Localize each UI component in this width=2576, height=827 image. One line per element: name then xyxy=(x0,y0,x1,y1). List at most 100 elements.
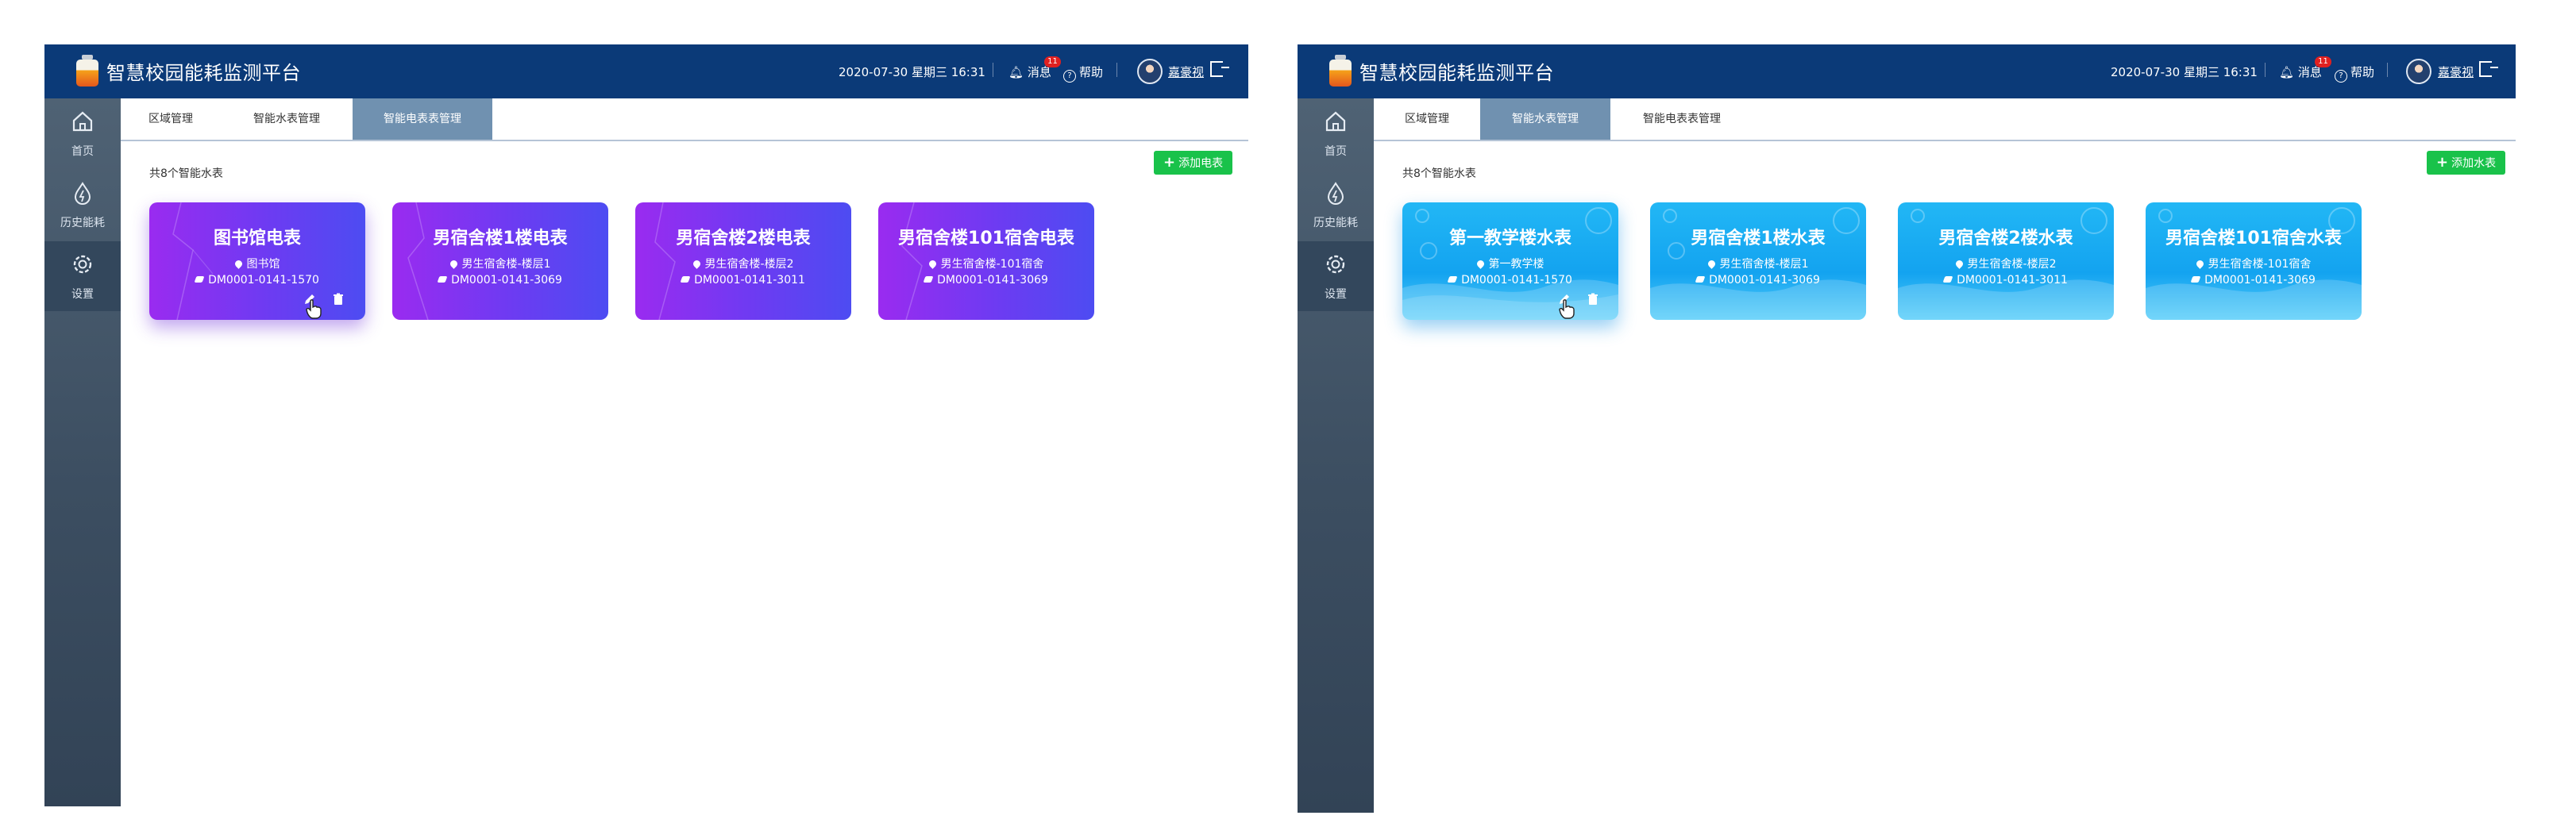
help-button[interactable]: ? 帮助 xyxy=(1063,63,1103,83)
sidebar: 首页 历史能耗 设置 xyxy=(44,98,121,806)
meter-location: 男生宿舍楼-楼层1 xyxy=(392,256,608,271)
electric-meter-screen: 智慧校园能耗监测平台 2020-07-30 星期三 16:31 🔔︎ 消息 11… xyxy=(44,44,1248,806)
app-title: 智慧校园能耗监测平台 xyxy=(1359,62,1554,84)
meter-card[interactable]: 第一教学楼水表 第一教学楼 DM0001-0141-1570 xyxy=(1402,202,1618,320)
meter-code: DM0001-0141-3069 xyxy=(392,274,608,287)
meter-card[interactable]: 男宿舍楼2楼水表 男生宿舍楼-楼层2 DM0001-0141-3011 xyxy=(1898,202,2114,320)
tab-water-meter-management[interactable]: 智能水表管理 xyxy=(1480,98,1610,140)
username-link[interactable]: 嘉豪视 xyxy=(1168,63,1204,80)
tab-water-meter-management[interactable]: 智能水表管理 xyxy=(221,98,353,140)
meter-count: 共8个智能水表 xyxy=(1402,167,1476,180)
sidebar-item-label: 首页 xyxy=(71,145,94,158)
gear-icon xyxy=(73,255,92,274)
layers-icon xyxy=(437,276,448,283)
datetime: 2020-07-30 星期三 16:31 xyxy=(2111,65,2258,79)
tab-electric-meter-management[interactable]: 智能电表表管理 xyxy=(353,98,492,140)
meter-name: 男宿舍楼101宿舍电表 xyxy=(898,229,1074,248)
tab-area-management[interactable]: 区域管理 xyxy=(121,98,221,140)
pointer-hand-icon xyxy=(1559,299,1575,319)
add-button-label: 添加水表 xyxy=(2451,157,2497,170)
sidebar-item-label: 设置 xyxy=(1325,288,1347,301)
meter-count: 共8个智能水表 xyxy=(149,167,223,180)
location-pin-icon xyxy=(1953,259,1965,269)
sidebar-item-label: 首页 xyxy=(1325,145,1347,158)
meter-code: DM0001-0141-3069 xyxy=(878,274,1094,287)
meter-location: 第一教学楼 xyxy=(1402,256,1618,271)
divider xyxy=(2265,63,2266,77)
avatar[interactable] xyxy=(1137,59,1163,84)
divider xyxy=(2387,63,2388,77)
help-button[interactable]: ? 帮助 xyxy=(2335,63,2374,83)
meter-location: 男生宿舍楼-楼层2 xyxy=(635,256,851,271)
location-pin-icon xyxy=(233,259,244,269)
sidebar-item-home[interactable]: 首页 xyxy=(1298,98,1374,168)
sidebar: 首页 历史能耗 设置 xyxy=(1298,98,1374,813)
delete-icon[interactable] xyxy=(1587,293,1599,306)
notifications-button[interactable]: 🔔︎ 消息 11 xyxy=(1008,56,1061,80)
main-content: 区域管理 智能水表管理 智能电表表管理 共8个智能水表 + 添加电表 图书馆电表 … xyxy=(121,98,1248,806)
delete-icon[interactable] xyxy=(332,293,345,306)
water-meter-screen: 智慧校园能耗监测平台 2020-07-30 星期三 16:31 🔔︎ 消息 11… xyxy=(1298,44,2516,813)
meter-name: 图书馆电表 xyxy=(213,229,301,248)
location-pin-icon xyxy=(448,259,459,269)
top-bar: 智慧校园能耗监测平台 2020-07-30 星期三 16:31 🔔︎ 消息 11… xyxy=(44,44,1248,98)
meter-location: 男生宿舍楼-楼层2 xyxy=(1898,256,2114,271)
wave-decoration xyxy=(1898,279,2114,320)
sidebar-item-label: 历史能耗 xyxy=(60,217,105,229)
notification-badge: 11 xyxy=(1044,56,1061,67)
avatar[interactable] xyxy=(2406,59,2431,84)
location-pin-icon xyxy=(927,259,938,269)
location-pin-icon xyxy=(2194,259,2205,269)
tab-electric-meter-management[interactable]: 智能电表表管理 xyxy=(1610,98,1753,140)
username-link[interactable]: 嘉豪视 xyxy=(2438,63,2474,80)
notification-badge: 11 xyxy=(2315,56,2331,67)
sidebar-item-history[interactable]: 历史能耗 xyxy=(44,170,121,240)
wave-decoration xyxy=(2146,279,2362,320)
logout-icon[interactable] xyxy=(2479,61,2498,77)
top-bar: 智慧校园能耗监测平台 2020-07-30 星期三 16:31 🔔︎ 消息 11… xyxy=(1298,44,2516,98)
sidebar-item-settings[interactable]: 设置 xyxy=(44,241,121,311)
sidebar-item-settings[interactable]: 设置 xyxy=(1298,241,1374,311)
battery-logo-icon xyxy=(1328,55,1353,87)
location-pin-icon xyxy=(691,259,702,269)
sidebar-item-history[interactable]: 历史能耗 xyxy=(1298,170,1374,240)
help-icon: ? xyxy=(1063,70,1076,83)
add-electric-meter-button[interactable]: + 添加电表 xyxy=(1154,151,1233,175)
battery-logo-icon xyxy=(75,55,100,87)
meter-name: 男宿舍楼1楼水表 xyxy=(1691,229,1826,248)
meter-code: DM0001-0141-3069 xyxy=(2146,274,2362,287)
meter-card[interactable]: 男宿舍楼101宿舍水表 男生宿舍楼-101宿舍 DM0001-0141-3069 xyxy=(2146,202,2362,320)
bubble-decoration xyxy=(1415,209,1429,223)
layers-icon xyxy=(923,276,934,283)
meter-location: 男生宿舍楼-101宿舍 xyxy=(878,256,1094,271)
location-pin-icon xyxy=(1706,259,1717,269)
tab-bar: 区域管理 智能水表管理 智能电表表管理 xyxy=(1374,98,2516,141)
tab-area-management[interactable]: 区域管理 xyxy=(1374,98,1480,140)
meter-location: 男生宿舍楼-101宿舍 xyxy=(2146,256,2362,271)
help-label: 帮助 xyxy=(1079,65,1104,79)
meter-card[interactable]: 男宿舍楼2楼电表 男生宿舍楼-楼层2 DM0001-0141-3011 xyxy=(635,202,851,320)
meter-card[interactable]: 男宿舍楼1楼电表 男生宿舍楼-楼层1 DM0001-0141-3069 xyxy=(392,202,608,320)
bell-icon: 🔔︎ xyxy=(2279,65,2295,79)
meter-card[interactable]: 男宿舍楼101宿舍电表 男生宿舍楼-101宿舍 DM0001-0141-3069 xyxy=(878,202,1094,320)
meter-location: 图书馆 xyxy=(149,256,365,271)
meter-name: 男宿舍楼2楼水表 xyxy=(1938,229,2073,248)
logout-icon[interactable] xyxy=(1210,61,1229,77)
notifications-button[interactable]: 🔔︎ 消息 11 xyxy=(2279,56,2331,80)
meter-code: DM0001-0141-1570 xyxy=(1402,274,1618,287)
home-icon xyxy=(72,111,93,132)
sidebar-item-label: 历史能耗 xyxy=(1313,217,1358,229)
sidebar-item-home[interactable]: 首页 xyxy=(44,98,121,168)
layers-icon xyxy=(2190,276,2201,283)
tab-bar: 区域管理 智能水表管理 智能电表表管理 xyxy=(121,98,1248,141)
meter-name: 第一教学楼水表 xyxy=(1448,229,1571,248)
add-water-meter-button[interactable]: + 添加水表 xyxy=(2427,151,2506,175)
wave-decoration xyxy=(1650,279,1866,320)
wave-decoration xyxy=(1402,279,1618,320)
location-pin-icon xyxy=(1475,259,1486,269)
meter-card[interactable]: 男宿舍楼1楼水表 男生宿舍楼-楼层1 DM0001-0141-3069 xyxy=(1650,202,1866,320)
meter-name: 男宿舍楼101宿舍水表 xyxy=(2165,229,2342,248)
add-button-label: 添加电表 xyxy=(1178,157,1224,170)
main-content: 区域管理 智能水表管理 智能电表表管理 共8个智能水表 + 添加水表 第一教学楼水… xyxy=(1374,98,2516,813)
meter-card[interactable]: 图书馆电表 图书馆 DM0001-0141-1570 xyxy=(149,202,365,320)
